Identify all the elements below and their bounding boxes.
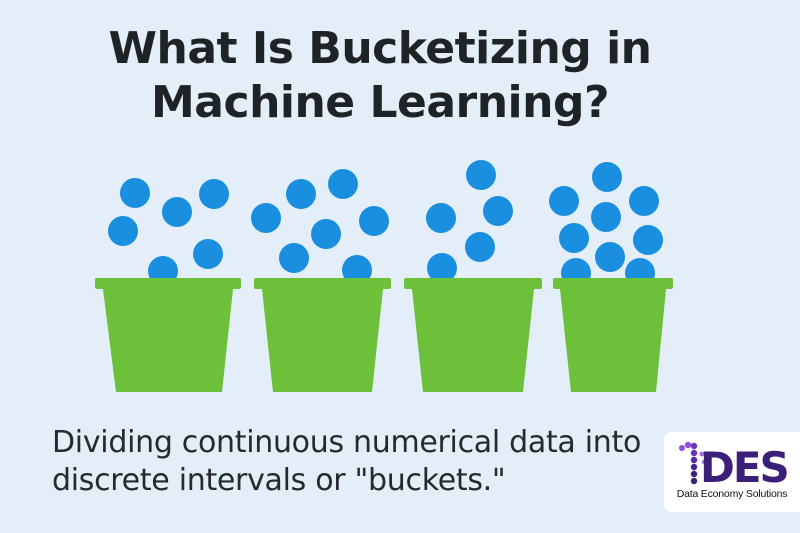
ball xyxy=(549,186,579,216)
bucket-body xyxy=(412,289,534,392)
subtitle-text: Dividing continuous numerical data into … xyxy=(52,425,642,498)
bucket-body xyxy=(262,289,383,392)
logo-mark-icon: DES xyxy=(679,441,790,486)
ball xyxy=(483,196,513,226)
ball xyxy=(595,242,625,272)
ball xyxy=(591,202,621,232)
ball xyxy=(629,186,659,216)
ball xyxy=(108,216,138,246)
bucket-rim xyxy=(404,278,542,289)
ball xyxy=(328,169,358,199)
ball xyxy=(279,243,309,273)
ball xyxy=(559,223,589,253)
bucket-1 xyxy=(95,178,241,392)
ball xyxy=(592,162,622,192)
bucket-2 xyxy=(251,169,391,392)
bucket-rim xyxy=(553,278,673,289)
bucket-rim xyxy=(254,278,391,289)
ball xyxy=(466,160,496,190)
ball xyxy=(120,178,150,208)
ball xyxy=(193,239,223,269)
buckets-illustration xyxy=(95,160,673,392)
ball xyxy=(359,206,389,236)
bucket-4 xyxy=(549,162,673,392)
ball xyxy=(426,203,456,233)
logo-mark-text: DES xyxy=(700,443,788,486)
ball xyxy=(199,179,229,209)
bucket-rim xyxy=(95,278,241,289)
ball xyxy=(311,219,341,249)
ball xyxy=(633,225,663,255)
bucket-3 xyxy=(404,160,542,392)
logo-caption: Data Economy Solutions xyxy=(676,488,788,500)
bucket-body xyxy=(560,289,666,392)
company-logo: DES Data Economy Solutions xyxy=(664,432,800,512)
page-title: What Is Bucketizing in Machine Learning? xyxy=(108,23,653,128)
bucket-body xyxy=(103,289,233,392)
ball xyxy=(465,232,495,262)
ball xyxy=(251,203,281,233)
ball xyxy=(286,179,316,209)
ball xyxy=(162,197,192,227)
